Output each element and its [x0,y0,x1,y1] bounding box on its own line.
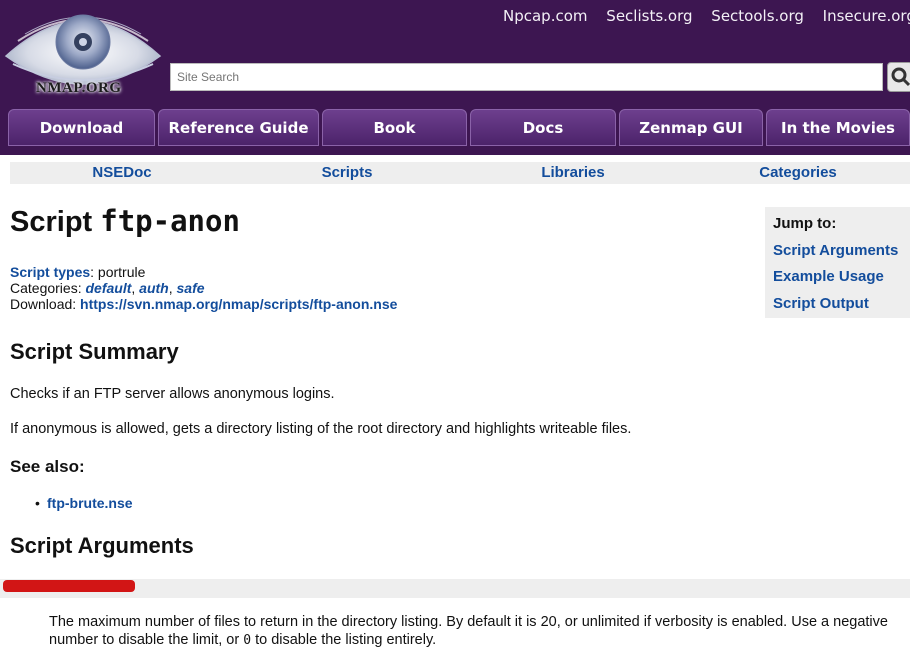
top-link-sectools[interactable]: Sectools.org [711,7,804,25]
arguments-heading: Script Arguments [10,533,194,558]
top-links: Npcap.com Seclists.org Sectools.org Inse… [503,7,910,25]
search-icon [891,67,910,87]
jump-script-output-link[interactable]: Script Output [773,295,869,312]
argument-desc-code: 0 [243,633,252,648]
summary-paragraph-1: Checks if an FTP server allows anonymous… [10,386,335,402]
tab-in-the-movies[interactable]: In the Movies [766,109,910,146]
category-default-link[interactable]: default [85,280,131,296]
jump-example-usage-link[interactable]: Example Usage [773,268,884,285]
categories-label: Categories: [10,280,86,296]
title-prefix: Script [10,206,93,238]
see-also-list: • ftp-brute.nse [35,495,133,511]
tab-download[interactable]: Download [8,109,155,146]
logo-text: NMAP.ORG [36,80,122,96]
argument-desc-a: The maximum number of files to return in… [49,614,888,648]
tab-book[interactable]: Book [322,109,467,146]
top-link-seclists[interactable]: Seclists.org [606,7,692,25]
category-safe-link[interactable]: safe [177,280,205,296]
list-item: • ftp-brute.nse [35,495,133,511]
jump-to-title: Jump to: [773,215,837,232]
title-script-name: ftp-anon [100,204,240,238]
see-also-ftp-brute-link[interactable]: ftp-brute.nse [47,495,133,511]
argument-name-row [0,579,910,598]
search-button[interactable] [887,62,910,92]
main-nav: Download Reference Guide Book Docs Zenma… [0,109,910,149]
subnav-nsedoc[interactable]: NSEDoc [92,164,151,181]
top-link-insecure[interactable]: Insecure.org [823,7,910,25]
script-meta: Script types: portrule Categories: defau… [10,264,398,312]
jump-script-arguments-link[interactable]: Script Arguments [773,242,898,259]
download-link[interactable]: https://svn.nmap.org/nmap/scripts/ftp-an… [80,296,397,312]
category-auth-link[interactable]: auth [139,280,169,296]
subnav-scripts[interactable]: Scripts [322,164,373,181]
tab-zenmap-gui[interactable]: Zenmap GUI [619,109,763,146]
script-types-value: : portrule [90,264,146,280]
script-types-link[interactable]: Script types [10,264,90,280]
see-also-heading: See also: [10,457,85,476]
page-title: Script ftp-anon [10,204,240,239]
subnav-libraries[interactable]: Libraries [541,164,604,181]
redacted-argument-name [3,580,135,592]
nmap-logo[interactable]: NMAP.ORG [3,4,163,98]
site-header: NMAP.ORG Npcap.com Seclists.org Sectools… [0,0,910,155]
argument-desc-b: to disable the listing entirely. [251,632,437,648]
top-link-npcap[interactable]: Npcap.com [503,7,588,25]
download-label: Download: [10,296,81,312]
bullet-icon: • [35,495,40,511]
subnav-categories[interactable]: Categories [759,164,837,181]
sub-nav: NSEDoc Scripts Libraries Categories [10,162,910,184]
summary-heading: Script Summary [10,339,179,364]
argument-description: The maximum number of files to return in… [49,613,904,650]
tab-reference-guide[interactable]: Reference Guide [158,109,319,146]
summary-paragraph-2: If anonymous is allowed, gets a director… [10,421,632,437]
jump-to-box: Jump to: Script Arguments Example Usage … [765,207,910,318]
tab-docs[interactable]: Docs [470,109,616,146]
site-search-input[interactable] [170,63,883,91]
